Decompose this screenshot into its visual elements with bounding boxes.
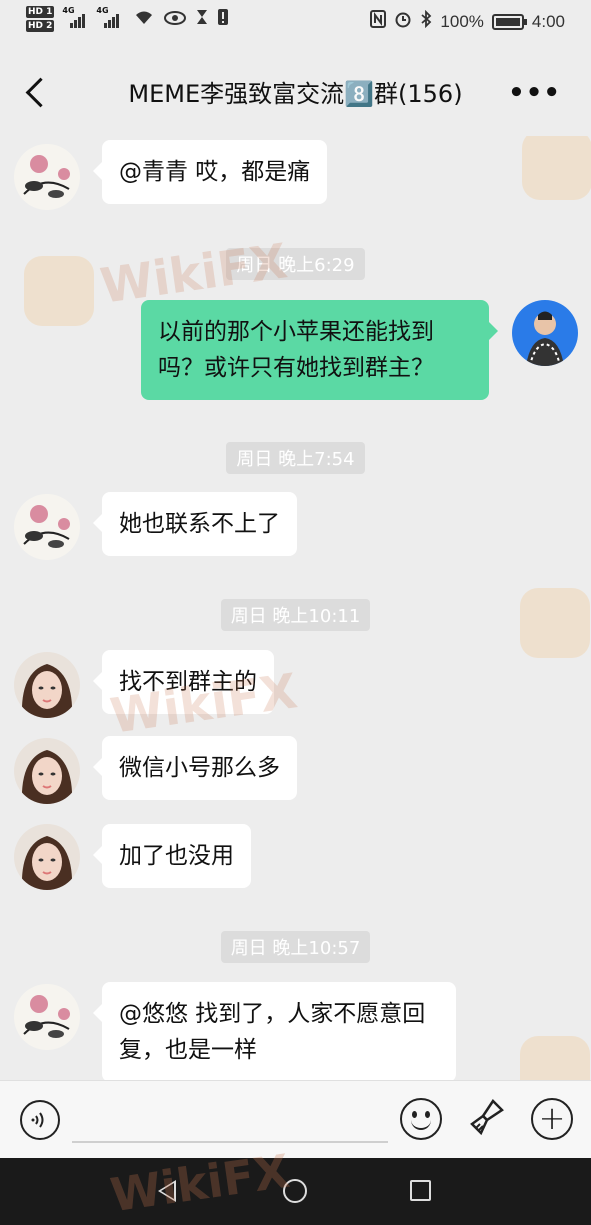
message-input[interactable] xyxy=(72,1141,388,1143)
hd1-label: HD 1 xyxy=(26,6,55,18)
message-bubble[interactable]: 微信小号那么多 xyxy=(93,736,297,800)
signal-icon: 4G xyxy=(62,6,88,28)
alarm-icon xyxy=(394,10,412,33)
alert-icon xyxy=(218,9,229,29)
battery-percent: 100% xyxy=(440,11,484,31)
nav-back-icon[interactable] xyxy=(158,1180,176,1202)
brush-icon[interactable] xyxy=(467,1098,507,1140)
avatar-flower[interactable] xyxy=(14,144,80,210)
watermark-logo xyxy=(520,1036,590,1080)
nav-home-icon[interactable] xyxy=(283,1179,307,1203)
hd-indicator: HD 1 HD 2 xyxy=(26,6,55,32)
battery-icon xyxy=(491,13,527,30)
avatar-woman[interactable] xyxy=(14,824,80,890)
status-bar: HD 1 HD 2 4G 4G 100% 4:00 xyxy=(0,0,591,48)
timestamp-label: 周日 晚上6:29 xyxy=(226,248,365,280)
message-bubble-self[interactable]: 以前的那个小苹果还能找到吗？或许只有她找到群主？ xyxy=(141,300,498,400)
message-list[interactable]: @青青 哎，都是痛 周日 晚上6:29 以前的那个小苹果还能找到吗？或许只有她找… xyxy=(0,136,591,1080)
timestamp-label: 周日 晚上10:57 xyxy=(220,931,371,963)
clock: 4:00 xyxy=(531,11,565,31)
watermark-logo xyxy=(522,136,591,200)
more-options-button[interactable]: ••• xyxy=(508,78,561,108)
network-type-2: 4G xyxy=(96,6,109,15)
message-bubble[interactable]: 找不到群主的 xyxy=(93,650,274,714)
message-bubble[interactable]: @悠悠 找到了，人家不愿意回复，也是一样 xyxy=(93,982,456,1080)
avatar-woman[interactable] xyxy=(14,738,80,804)
eye-icon xyxy=(164,10,187,29)
hd2-label: HD 2 xyxy=(26,20,55,32)
timestamp: 周日 晚上7:54 xyxy=(0,442,591,474)
emoji-icon[interactable] xyxy=(400,1098,442,1140)
avatar-woman[interactable] xyxy=(14,652,80,718)
wifi-icon xyxy=(134,9,154,29)
message-bubble[interactable]: 她也联系不上了 xyxy=(93,492,297,556)
timestamp-label: 周日 晚上7:54 xyxy=(226,442,365,474)
chat-title: MEME李强致富交流8️⃣群(156) xyxy=(128,80,463,108)
voice-input-icon[interactable] xyxy=(20,1100,60,1140)
nfc-icon xyxy=(370,10,387,33)
timestamp-label: 周日 晚上10:11 xyxy=(220,599,371,631)
input-bar: + xyxy=(0,1080,591,1158)
back-arrow-icon[interactable] xyxy=(22,74,52,110)
nav-recent-apps-icon[interactable] xyxy=(410,1180,431,1201)
message-bubble[interactable]: 加了也没用 xyxy=(93,824,251,888)
add-attachment-icon[interactable]: + xyxy=(531,1098,573,1140)
avatar-flower[interactable] xyxy=(14,984,80,1050)
system-nav-bar: WikiFX xyxy=(0,1144,591,1225)
timestamp: 周日 晚上10:11 xyxy=(0,599,591,631)
timestamp: 周日 晚上6:29 xyxy=(0,248,591,280)
avatar-flower[interactable] xyxy=(14,494,80,560)
hourglass-icon xyxy=(196,9,208,29)
network-type-1: 4G xyxy=(62,6,75,15)
timestamp: 周日 晚上10:57 xyxy=(0,931,591,963)
chat-header: MEME李强致富交流8️⃣群(156) ••• xyxy=(0,48,591,136)
signal-icon-2: 4G xyxy=(96,6,122,28)
bluetooth-icon xyxy=(420,9,432,33)
avatar-self[interactable] xyxy=(512,300,578,366)
message-bubble[interactable]: @青青 哎，都是痛 xyxy=(92,140,328,204)
